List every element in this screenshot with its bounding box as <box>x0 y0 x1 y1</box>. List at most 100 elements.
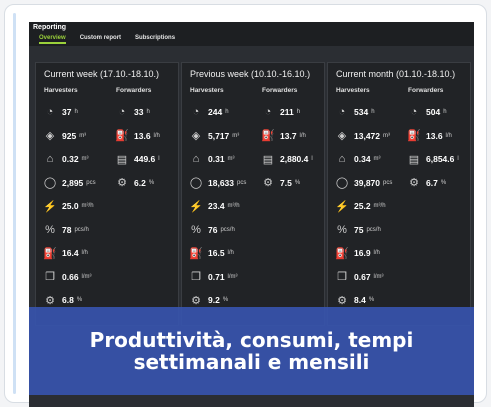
metric-value: 211 <box>280 107 294 117</box>
metric-value: 244 <box>208 107 223 117</box>
fuel-total-icon: ▤ <box>262 153 274 166</box>
utilization-icon: ⚙ <box>191 294 201 307</box>
metric-row: ⚙ 6.7 % <box>406 176 446 190</box>
metric-unit: l/h <box>227 250 234 256</box>
metric-value: 0.34 <box>354 154 371 164</box>
metric-value: 504 <box>426 107 441 117</box>
fuel-icon: ⛽ <box>335 247 349 260</box>
metric-row: ⛽ 16.4 l/h <box>42 246 88 260</box>
engine-hours-icon: ◔ <box>192 106 200 118</box>
metric-value: 13.6 <box>426 130 443 141</box>
metric-row: ◔ 37 h <box>42 105 78 119</box>
metric-row: ⌂ 0.34 m³ <box>334 152 381 166</box>
metric-row: ⌂ 0.32 m³ <box>42 152 89 166</box>
metric-unit: l/h <box>153 132 160 139</box>
forwarders-heading: Forwarders <box>262 87 298 94</box>
metric-value: 0.32 <box>62 154 79 164</box>
engine-hours-icon: ◔ <box>264 106 272 118</box>
metric-unit: l <box>311 156 313 162</box>
metric-unit: % <box>76 297 83 303</box>
metric-row: ⚙ 8.4 % <box>334 293 374 307</box>
metric-unit: pcs <box>383 179 393 186</box>
metric-row: ◯ 39,870 pcs <box>334 176 393 190</box>
tab-overview[interactable]: Overview <box>39 35 66 44</box>
metric-unit: % <box>440 179 447 186</box>
metric-row: ❒ 0.71 l/m³ <box>188 270 237 284</box>
metric-row: ⛽ 13.7 l/h <box>260 129 306 143</box>
tab-subscriptions[interactable]: Subscriptions <box>135 35 175 44</box>
utilization-icon: ⚙ <box>117 177 127 189</box>
utilization-icon: ⚙ <box>337 294 347 307</box>
stem-count-icon: ◯ <box>189 177 203 189</box>
productivity-m3-icon: ⚡ <box>335 200 349 213</box>
metric-row: ⛽ 16.9 l/h <box>334 246 380 260</box>
metric-unit: % <box>148 179 155 186</box>
metric-unit: % <box>368 297 375 303</box>
metric-row: ⚙ 6.8 % <box>42 293 82 307</box>
harvesters-heading: Harvesters <box>190 87 224 94</box>
tab-custom-report[interactable]: Custom report <box>80 35 121 44</box>
metric-value: 75 <box>354 224 364 235</box>
fuel-icon: ⛽ <box>261 130 275 142</box>
metric-value: 13.6 <box>134 130 151 141</box>
metric-unit: l/h <box>299 132 306 139</box>
metric-unit: h <box>296 109 301 115</box>
metric-value: 0.66 <box>62 271 79 282</box>
metric-value: 76 <box>208 224 218 235</box>
metric-unit: m³ <box>227 156 235 162</box>
metric-unit: m³ <box>79 132 87 139</box>
metric-row: ◈ 925 m³ <box>42 129 86 143</box>
metric-unit: l <box>457 156 459 162</box>
metric-value: 925 <box>62 130 77 141</box>
metric-unit: h <box>225 109 229 115</box>
metric-value: 534 <box>354 107 369 117</box>
volume-icon: ◈ <box>337 130 347 142</box>
metric-row: ◔ 244 h <box>188 105 229 119</box>
metric-unit: pcs/h <box>220 226 235 233</box>
productivity-m3-icon: ⚡ <box>43 200 57 213</box>
metric-value: 5,717 <box>208 130 230 141</box>
metric-value: 6.7 <box>426 177 438 188</box>
metric-value: 39,870 <box>354 177 380 188</box>
metric-unit: m³ <box>383 132 390 139</box>
metric-row: ◔ 534 h <box>334 105 375 119</box>
panel-title: Current month (01.10.-18.10.) <box>336 69 456 79</box>
metric-unit: h <box>443 109 447 115</box>
metric-row: ⚡ 23.4 m³/h <box>188 199 239 213</box>
metric-value: 0.71 <box>208 271 225 282</box>
avg-stem-icon: ⌂ <box>192 153 200 165</box>
harvesters-heading: Harvesters <box>336 87 370 94</box>
metric-value: 6.2 <box>134 177 146 188</box>
volume-icon: ◈ <box>191 130 201 142</box>
utilization-icon: ⚙ <box>409 177 419 189</box>
metric-row: ⛽ 13.6 l/h <box>114 129 160 143</box>
metric-row: ◔ 211 h <box>260 105 300 119</box>
caption-line-1: Produttività, consumi, tempi <box>89 328 414 352</box>
volume-icon: ◈ <box>45 130 55 142</box>
metric-unit: pcs <box>86 179 96 186</box>
metric-row: ⚙ 6.2 % <box>114 176 154 190</box>
metric-row: ❒ 0.66 l/m³ <box>42 270 91 284</box>
engine-hours-icon: ◔ <box>118 106 126 118</box>
metric-row: ◈ 13,472 m³ <box>334 129 390 143</box>
metric-value: 23.4 <box>208 201 225 211</box>
metric-value: 6,854.6 <box>426 154 455 164</box>
metric-unit: pcs <box>237 179 247 186</box>
caption-banner: Produttività, consumi, tempi settimanali… <box>29 307 474 395</box>
metric-unit: l <box>158 156 160 162</box>
metric-value: 16.9 <box>354 248 371 258</box>
fuel-icon: ⛽ <box>407 130 421 142</box>
metric-value: 13.7 <box>280 130 297 141</box>
productivity-pcs-icon: % <box>337 223 347 236</box>
metric-value: 2,895 <box>62 177 84 188</box>
metric-unit: l/h <box>81 250 88 256</box>
fuel-per-m3-icon: ❒ <box>191 271 201 283</box>
metric-row: % 75 pcs/h <box>334 223 381 237</box>
engine-hours-icon: ◔ <box>338 106 346 118</box>
tab-bar: Overview Custom report Subscriptions <box>39 35 175 44</box>
metric-value: 2,880.4 <box>280 154 309 164</box>
metric-unit: h <box>371 109 375 115</box>
engine-hours-icon: ◔ <box>46 106 54 118</box>
metric-unit: m³ <box>373 156 381 162</box>
metric-unit: l/m³ <box>373 273 384 280</box>
